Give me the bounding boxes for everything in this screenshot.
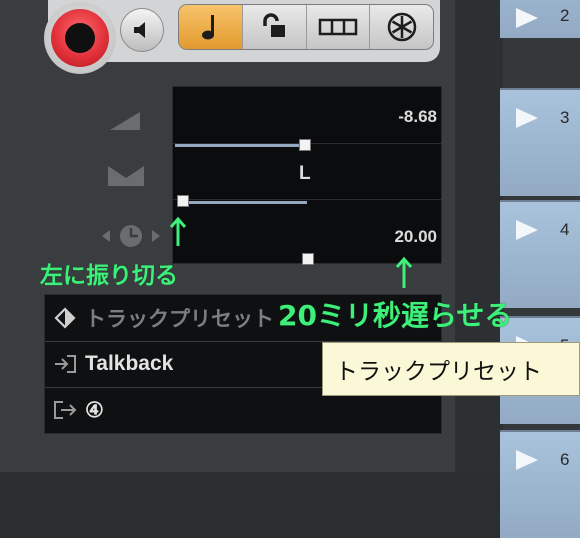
pan-annotation: 左に振り切る (40, 263, 178, 289)
pan-icon (108, 166, 144, 186)
pan-fader-handle[interactable] (177, 195, 189, 207)
delay-annotation: 20ミリ秒遅らせる (278, 299, 513, 332)
monitor-button[interactable] (120, 8, 164, 52)
speaker-icon (134, 22, 145, 38)
grid-icon (318, 18, 358, 36)
output-routing-label: ④ (85, 398, 104, 422)
record-enable-button[interactable] (44, 2, 116, 74)
track-number: 3 (560, 108, 570, 127)
track-list-item[interactable]: 4 (500, 200, 580, 308)
track-type-icon (516, 8, 538, 28)
inspector-panel: -8.68 L 20.00 トラックプリセット Talkback ④ (0, 0, 455, 472)
freeze-icon (387, 12, 416, 42)
arrow-up-icon (169, 216, 187, 246)
track-list-item[interactable]: 6 (500, 430, 580, 538)
pan-fader-track[interactable] (183, 201, 307, 204)
volume-fader-handle[interactable] (299, 139, 311, 151)
track-type-icon (516, 108, 538, 128)
input-routing-label: Talkback (85, 352, 174, 375)
track-type-icon (516, 220, 538, 240)
unlock-icon (263, 13, 286, 37)
channel-settings-display: -8.68 L 20.00 (172, 86, 442, 264)
preset-icon (54, 307, 76, 329)
track-number: 6 (560, 450, 570, 469)
track-number: 2 (560, 6, 570, 25)
volume-icon (110, 112, 140, 130)
track-number: 4 (560, 220, 570, 239)
note-button[interactable] (179, 5, 243, 49)
record-icon (51, 9, 109, 67)
arrow-up-icon (395, 256, 413, 288)
input-icon (55, 355, 76, 373)
tooltip: トラックプリセット (322, 342, 580, 396)
track-list-item[interactable]: 2 (500, 0, 580, 38)
layout-button[interactable] (307, 5, 371, 49)
track-list-item[interactable]: 3 (500, 88, 580, 196)
pan-value[interactable]: L (299, 163, 311, 185)
track-list-gutter (455, 0, 503, 472)
volume-fader-track[interactable] (175, 144, 307, 147)
delay-icon (102, 225, 160, 247)
delay-value[interactable]: 20.00 (394, 227, 437, 247)
delay-fader-handle[interactable] (302, 253, 314, 265)
note-icon (202, 15, 215, 40)
volume-value[interactable]: -8.68 (398, 107, 437, 127)
freeze-button[interactable] (370, 5, 433, 49)
track-preset-label: トラックプリセット (85, 308, 274, 331)
track-tool-strip (178, 4, 434, 50)
lock-button[interactable] (243, 5, 307, 49)
output-icon (54, 401, 77, 419)
